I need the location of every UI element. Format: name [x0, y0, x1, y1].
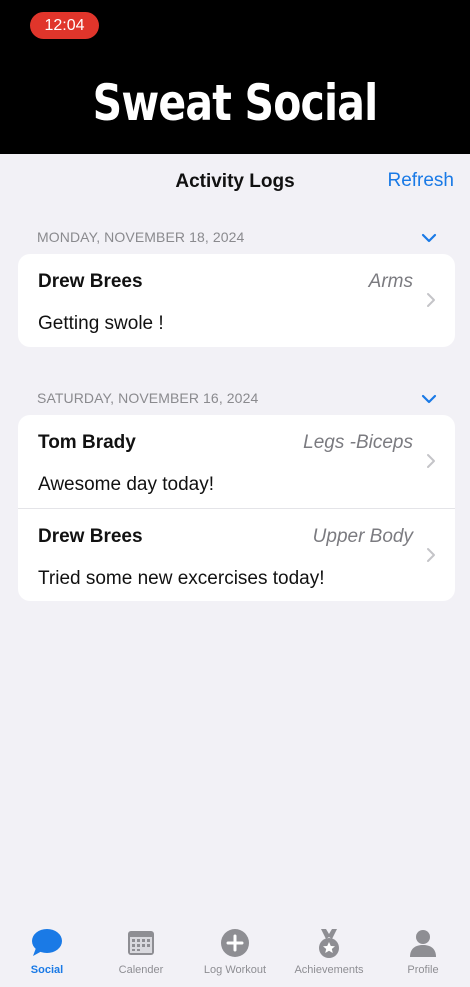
activity-message: Awesome day today!	[38, 474, 215, 495]
medal-icon	[319, 929, 339, 958]
chevron-down-icon[interactable]	[420, 390, 438, 408]
app-title: Sweat Social	[92, 74, 379, 132]
calendar-icon	[128, 931, 154, 955]
tab-social[interactable]: Social	[0, 920, 94, 987]
status-time: 12:04	[30, 12, 99, 39]
workout-tag: Legs -Biceps	[303, 432, 413, 453]
chevron-right-icon	[427, 548, 435, 562]
activity-message: Tried some new excercises today!	[38, 568, 325, 589]
tab-label: Profile	[407, 964, 439, 976]
activity-row[interactable]: Drew Brees Upper Body Tried some new exc…	[18, 508, 455, 601]
user-name: Drew Brees	[38, 526, 143, 547]
tab-label: Calender	[118, 964, 164, 976]
chat-bubble-icon	[32, 929, 62, 956]
activity-card: Drew Brees Arms Getting swole !	[18, 254, 455, 347]
app-header: 12:04 Sweat Social	[0, 0, 470, 154]
tab-achievements[interactable]: Achievements	[282, 920, 376, 987]
section-header-date[interactable]: MONDAY, NOVEMBER 18, 2024	[37, 229, 447, 253]
activity-row[interactable]: Tom Brady Legs -Biceps Awesome day today…	[18, 415, 455, 508]
chevron-down-icon[interactable]	[420, 229, 438, 247]
activity-row[interactable]: Drew Brees Arms Getting swole !	[18, 254, 455, 347]
refresh-button[interactable]: Refresh	[387, 170, 454, 192]
tab-label: Achievements	[294, 964, 364, 976]
tab-profile[interactable]: Profile	[376, 920, 470, 987]
section-date-label: MONDAY, NOVEMBER 18, 2024	[37, 229, 245, 245]
navigation-bar: Activity Logs Refresh	[0, 154, 470, 210]
section-header-date[interactable]: SATURDAY, NOVEMBER 16, 2024	[37, 390, 447, 414]
tab-log-workout[interactable]: Log Workout	[188, 920, 282, 987]
tab-label: Log Workout	[203, 964, 267, 976]
user-name: Drew Brees	[38, 271, 143, 292]
tab-bar: Social Calender Log Workout Achievements	[0, 920, 470, 987]
tab-calender[interactable]: Calender	[94, 920, 188, 987]
tab-label: Social	[30, 964, 64, 976]
workout-tag: Upper Body	[312, 526, 413, 547]
workout-tag: Arms	[368, 271, 413, 292]
activity-card: Tom Brady Legs -Biceps Awesome day today…	[18, 415, 455, 601]
chevron-right-icon	[427, 454, 435, 468]
person-icon	[410, 930, 436, 957]
section-date-label: SATURDAY, NOVEMBER 16, 2024	[37, 390, 259, 406]
activity-message: Getting swole !	[38, 313, 164, 334]
plus-circle-icon	[221, 929, 249, 957]
chevron-right-icon	[427, 293, 435, 307]
user-name: Tom Brady	[38, 432, 136, 453]
